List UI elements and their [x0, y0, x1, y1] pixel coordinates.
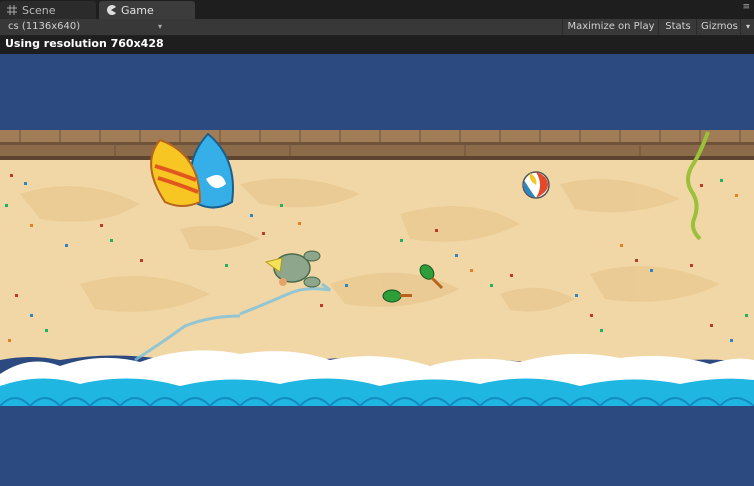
tab-game-label: Game: [121, 3, 154, 17]
beach-scene: [0, 54, 754, 486]
wooden-fence: [0, 130, 754, 160]
resolution-text: Using resolution 760x428: [5, 37, 164, 50]
resolution-bar: Using resolution 760x428: [0, 36, 754, 54]
aspect-value: cs (1136x640): [8, 21, 81, 32]
game-view[interactable]: [0, 54, 754, 486]
tab-scene-label: Scene: [22, 3, 56, 17]
tab-game[interactable]: Game: [99, 1, 195, 19]
gizmos-dropdown-icon[interactable]: ▾: [740, 19, 754, 35]
chevron-down-icon: ▾: [157, 22, 162, 31]
beach-ball: [522, 171, 550, 199]
stats-button[interactable]: Stats: [658, 19, 697, 35]
gizmos-button[interactable]: Gizmos: [696, 19, 740, 35]
game-toolbar: cs (1136x640) ▾ Maximize on Play Stats G…: [0, 19, 754, 36]
editor-tab-bar: Scene Game ≡: [0, 0, 754, 19]
tab-scene[interactable]: Scene: [0, 1, 96, 19]
window-menu-icon[interactable]: ≡: [742, 2, 750, 12]
bottom-background: [0, 406, 754, 486]
top-background: [0, 54, 754, 130]
grid-icon: [7, 5, 17, 15]
maximize-on-play-button[interactable]: Maximize on Play: [562, 19, 659, 35]
aspect-dropdown[interactable]: cs (1136x640) ▾: [4, 19, 164, 35]
pacman-icon: [107, 5, 116, 15]
